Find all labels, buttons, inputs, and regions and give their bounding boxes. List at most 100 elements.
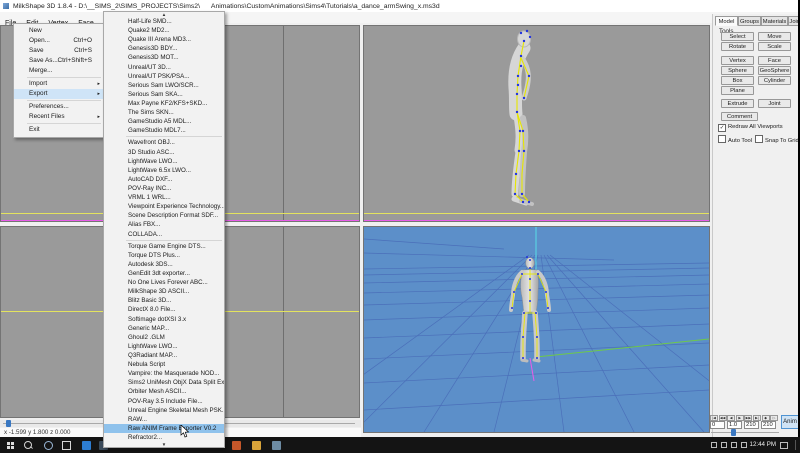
- start-button[interactable]: [2, 437, 18, 453]
- geosphere-button[interactable]: GeoSphere: [758, 66, 791, 75]
- file-menu-item-save-as-[interactable]: Save As...Ctrl+Shift+S: [14, 56, 103, 66]
- action-center-icon[interactable]: [776, 437, 792, 453]
- move-button[interactable]: Move: [758, 32, 791, 41]
- export-menu-item-quake2-md2-[interactable]: Quake2 MD2...: [104, 26, 224, 35]
- export-menu-item-orbiter-mesh-ascii-[interactable]: Orbiter Mesh ASCII...: [104, 387, 224, 396]
- taskbar-clock[interactable]: 12:44 PM: [750, 437, 776, 453]
- vertex-button[interactable]: Vertex: [721, 56, 754, 65]
- checkbox-snap-to-grid[interactable]: [755, 135, 763, 143]
- file-menu-item-new[interactable]: New: [14, 26, 103, 36]
- file-menu-item-export[interactable]: Export▸: [14, 89, 103, 99]
- pinned-app-gold-icon[interactable]: [248, 437, 264, 453]
- anim-slider-track[interactable]: [711, 432, 779, 433]
- export-menu-item-milkshape-3d-ascii-[interactable]: MilkShape 3D ASCII...: [104, 287, 224, 296]
- cortana-icon[interactable]: [40, 437, 56, 453]
- app-blue-icon[interactable]: [78, 437, 94, 453]
- export-menu-item-pov-ray-inc-[interactable]: POV-Ray INC...: [104, 184, 224, 193]
- export-menu-item-sims2-unimesh-objx-data-split-export-v4-09[interactable]: Sims2 UniMesh ObjX Data Split Export V4.…: [104, 378, 224, 387]
- anim-frame-field-0[interactable]: 0: [710, 421, 725, 429]
- export-menu-item-the-sims-skn-[interactable]: The Sims SKN...: [104, 108, 224, 117]
- export-menu-item-alias-fbx-[interactable]: Alias FBX...: [104, 220, 224, 229]
- export-menu-item-genesis3d-mot-[interactable]: Genesis3D MOT...: [104, 53, 224, 62]
- export-menu-item-raw-[interactable]: RAW...: [104, 415, 224, 424]
- anim-toggle-button[interactable]: Anim: [781, 415, 799, 429]
- timeline-thumb[interactable]: [6, 420, 11, 427]
- export-menu-item-generic-map-[interactable]: Generic MAP...: [104, 324, 224, 333]
- export-menu-item-autodesk-3ds-[interactable]: Autodesk 3DS...: [104, 260, 224, 269]
- anim-frame-field-3[interactable]: 210: [761, 421, 776, 429]
- viewport-perspective[interactable]: [363, 226, 710, 433]
- show-desktop-divider[interactable]: [795, 440, 796, 450]
- export-menu-item-torque-dts-plus-[interactable]: Torque DTS Plus...: [104, 251, 224, 260]
- checkbox-auto-tool[interactable]: [718, 135, 726, 143]
- export-menu-item-scene-description-format-sdf-[interactable]: Scene Description Format SDF...: [104, 211, 224, 220]
- pinned-app-steel-icon[interactable]: [268, 437, 284, 453]
- export-menu-item-no-one-lives-forever-abc-[interactable]: No One Lives Forever ABC...: [104, 278, 224, 287]
- pinned-app-orange-icon[interactable]: [228, 437, 244, 453]
- tab-groups[interactable]: Groups: [738, 16, 761, 26]
- export-menu-item-nebula-script[interactable]: Nebula Script: [104, 360, 224, 369]
- export-menu-item-ghoul2-glm[interactable]: Ghoul2 .GLM: [104, 333, 224, 342]
- checkbox-label[interactable]: Auto Tool: [718, 135, 752, 145]
- search-icon[interactable]: [20, 437, 36, 453]
- sphere-button[interactable]: Sphere: [721, 66, 754, 75]
- export-menu-item-gamestudio-a5-mdl-[interactable]: GameStudio A5 MDL...: [104, 117, 224, 126]
- export-menu-item-directx-8-0-file-[interactable]: DirectX 8.0 File...: [104, 305, 224, 314]
- file-menu-item-merge-[interactable]: Merge...: [14, 66, 103, 76]
- scale-button[interactable]: Scale: [758, 42, 791, 51]
- checkbox-label[interactable]: Snap To Grid: [755, 135, 799, 145]
- export-menu-item-blitz-basic-3d-[interactable]: Blitz Basic 3D...: [104, 296, 224, 305]
- export-menu-item-vampire-the-masquerade-nod-[interactable]: Vampire: the Masquerade NOD...: [104, 369, 224, 378]
- tray-usb-icon[interactable]: [736, 437, 752, 453]
- export-menu-item-genedit-3dt-exporter-[interactable]: GenEdit 3dt exporter...: [104, 269, 224, 278]
- export-menu-item-vrml-1-wrl-[interactable]: VRML 1 WRL...: [104, 193, 224, 202]
- export-menu-item-softimage-dotxsi-3-x[interactable]: Softimage dotXSI 3.x: [104, 315, 224, 324]
- export-menu-item-unreal-engine-skeletal-mesh-psk-[interactable]: Unreal Engine Skeletal Mesh PSK...: [104, 406, 224, 415]
- export-menu-item-genesis3d-bdy-[interactable]: Genesis3D BDY...: [104, 44, 224, 53]
- export-menu-item-autocad-dxf-[interactable]: AutoCAD DXF...: [104, 175, 224, 184]
- cylinder-button[interactable]: Cylinder: [758, 76, 791, 85]
- export-menu-item-collada-[interactable]: COLLADA...: [104, 230, 224, 239]
- file-menu-item-open-[interactable]: Open...Ctrl+O: [14, 36, 103, 46]
- face-button[interactable]: Face: [758, 56, 791, 65]
- file-menu-item-exit[interactable]: Exit: [14, 125, 103, 135]
- rotate-button[interactable]: Rotate: [721, 42, 754, 51]
- plane-button[interactable]: Plane: [721, 86, 754, 95]
- anim-frame-field-1[interactable]: 1.0: [727, 421, 742, 429]
- export-menu-item-unreal-ut-psk-psa-[interactable]: Unreal/UT PSK/PSA...: [104, 72, 224, 81]
- file-menu-item-recent-files[interactable]: Recent Files▸: [14, 112, 103, 122]
- export-menu-item-lightwave-6-5x-lwo-[interactable]: LightWave 6.5x LWO...: [104, 166, 224, 175]
- export-menu-item-lightwave-lwo-[interactable]: LightWave LWO...: [104, 342, 224, 351]
- export-menu-item-viewpoint-experience-technology-[interactable]: Viewpoint Experience Technology...: [104, 202, 224, 211]
- file-menu-item-import[interactable]: Import▸: [14, 79, 103, 89]
- tab-materials[interactable]: Materials: [761, 16, 788, 26]
- export-menu-item-max-payne-kf2-kfs-skd-[interactable]: Max Payne KF2/KFS+SKD...: [104, 99, 224, 108]
- file-menu-item-save[interactable]: SaveCtrl+S: [14, 46, 103, 56]
- anim-frame-field-2[interactable]: 210: [744, 421, 759, 429]
- export-menu-item-q3radiant-map-[interactable]: Q3Radiant MAP...: [104, 351, 224, 360]
- box-button[interactable]: Box: [721, 76, 754, 85]
- menu-scroll-down-icon[interactable]: ▼: [104, 442, 224, 447]
- export-menu-item-serious-sam-lwo-scr-[interactable]: Serious Sam LWO/SCR...: [104, 81, 224, 90]
- checkbox-label[interactable]: ✓Redraw All Viewports: [718, 124, 783, 132]
- export-menu-item-half-life-smd-[interactable]: Half-Life SMD...: [104, 17, 224, 26]
- anim-slider-thumb[interactable]: [731, 429, 736, 436]
- file-menu-item-preferences-[interactable]: Preferences...: [14, 102, 103, 112]
- export-menu-item-quake-iii-arena-md3-[interactable]: Quake III Arena MD3...: [104, 35, 224, 44]
- export-menu-item-raw-anim-frame-exporter-v0-2[interactable]: Raw ANIM Frame Exporter V0.2: [104, 424, 224, 433]
- export-menu-item-refractor2-[interactable]: Refractor2...: [104, 433, 224, 442]
- export-menu-item-torque-game-engine-dts-[interactable]: Torque Game Engine DTS...: [104, 242, 224, 251]
- viewport-top-right[interactable]: [363, 25, 710, 222]
- joint-button[interactable]: Joint: [758, 99, 791, 108]
- export-menu-item-pov-ray-3-5-include-file-[interactable]: POV-Ray 3.5 Include File...: [104, 396, 224, 405]
- extrude-button[interactable]: Extrude: [721, 99, 754, 108]
- export-menu-item-wavefront-obj-[interactable]: Wavefront OBJ...: [104, 138, 224, 147]
- export-menu-item-serious-sam-ska-[interactable]: Serious Sam SKA...: [104, 90, 224, 99]
- export-menu-item-gamestudio-mdl7-[interactable]: GameStudio MDL7...: [104, 126, 224, 135]
- export-menu-item-3d-studio-asc-[interactable]: 3D Studio ASC...: [104, 148, 224, 157]
- checkbox-redraw-all-viewports[interactable]: ✓: [718, 124, 726, 132]
- select-button[interactable]: Select: [721, 32, 754, 41]
- export-menu-item-unreal-ut-3d-[interactable]: Unreal/UT 3D...: [104, 63, 224, 72]
- task-view-icon[interactable]: [58, 437, 74, 453]
- comment-button[interactable]: Comment: [721, 112, 758, 121]
